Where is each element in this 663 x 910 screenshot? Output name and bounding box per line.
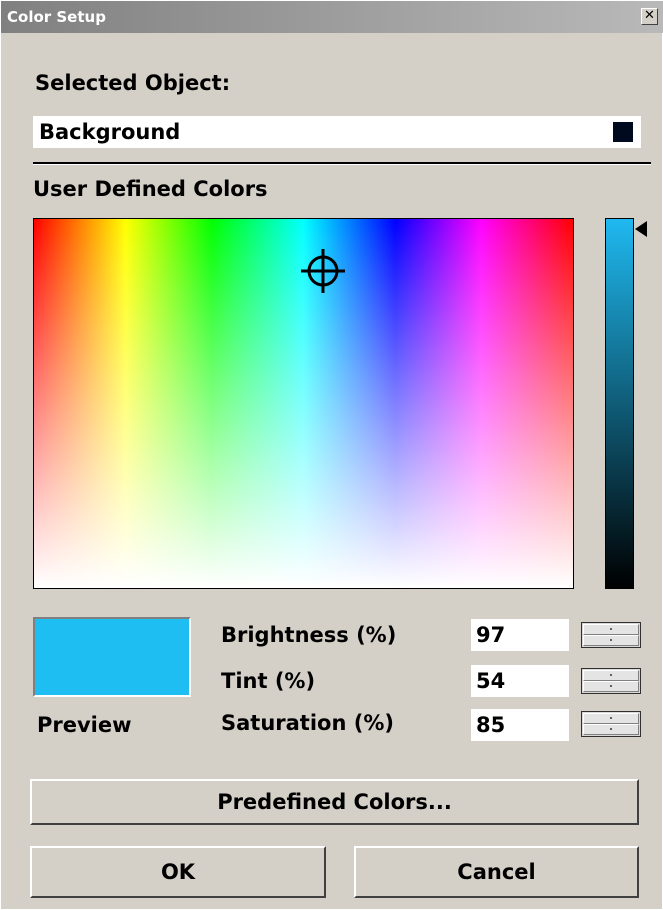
color-setup-dialog: Color Setup ✕ Selected Object: Backgroun…	[0, 0, 663, 910]
close-button[interactable]: ✕	[641, 8, 658, 25]
crosshair-icon[interactable]	[297, 245, 349, 297]
saturation-spinner[interactable]	[581, 711, 641, 737]
window-title: Color Setup	[7, 8, 106, 26]
selected-object-value: Background	[39, 120, 181, 144]
title-bar[interactable]: Color Setup ✕	[1, 1, 663, 33]
selected-object-field[interactable]: Background	[33, 116, 641, 148]
user-defined-colors-label: User Defined Colors	[33, 177, 268, 201]
brightness-spinner[interactable]	[581, 622, 641, 648]
tint-label: Tint (%)	[221, 669, 316, 693]
brightness-spin-down[interactable]	[583, 635, 639, 646]
cancel-button[interactable]: Cancel	[354, 846, 639, 898]
brightness-slider[interactable]	[605, 218, 634, 589]
preview-label: Preview	[37, 713, 132, 737]
brightness-input[interactable]: 97	[471, 619, 569, 651]
brightness-label: Brightness (%)	[221, 623, 397, 647]
ok-button[interactable]: OK	[30, 846, 326, 898]
tint-spinner[interactable]	[581, 668, 641, 694]
selected-object-swatch	[613, 122, 633, 142]
saturation-spin-down[interactable]	[583, 724, 639, 735]
tint-spin-down[interactable]	[583, 681, 639, 692]
predefined-colors-button[interactable]: Predefined Colors...	[30, 779, 639, 825]
saturation-input[interactable]: 85	[471, 709, 569, 741]
brightness-marker-icon[interactable]	[635, 221, 647, 237]
divider	[33, 162, 651, 165]
saturation-label: Saturation (%)	[221, 711, 394, 735]
tint-input[interactable]: 54	[471, 665, 569, 697]
close-icon: ✕	[644, 8, 655, 23]
brightness-spin-up[interactable]	[583, 624, 639, 635]
color-preview-swatch	[33, 617, 191, 697]
tint-spin-up[interactable]	[583, 670, 639, 681]
selected-object-label: Selected Object:	[35, 71, 231, 95]
saturation-spin-up[interactable]	[583, 713, 639, 724]
